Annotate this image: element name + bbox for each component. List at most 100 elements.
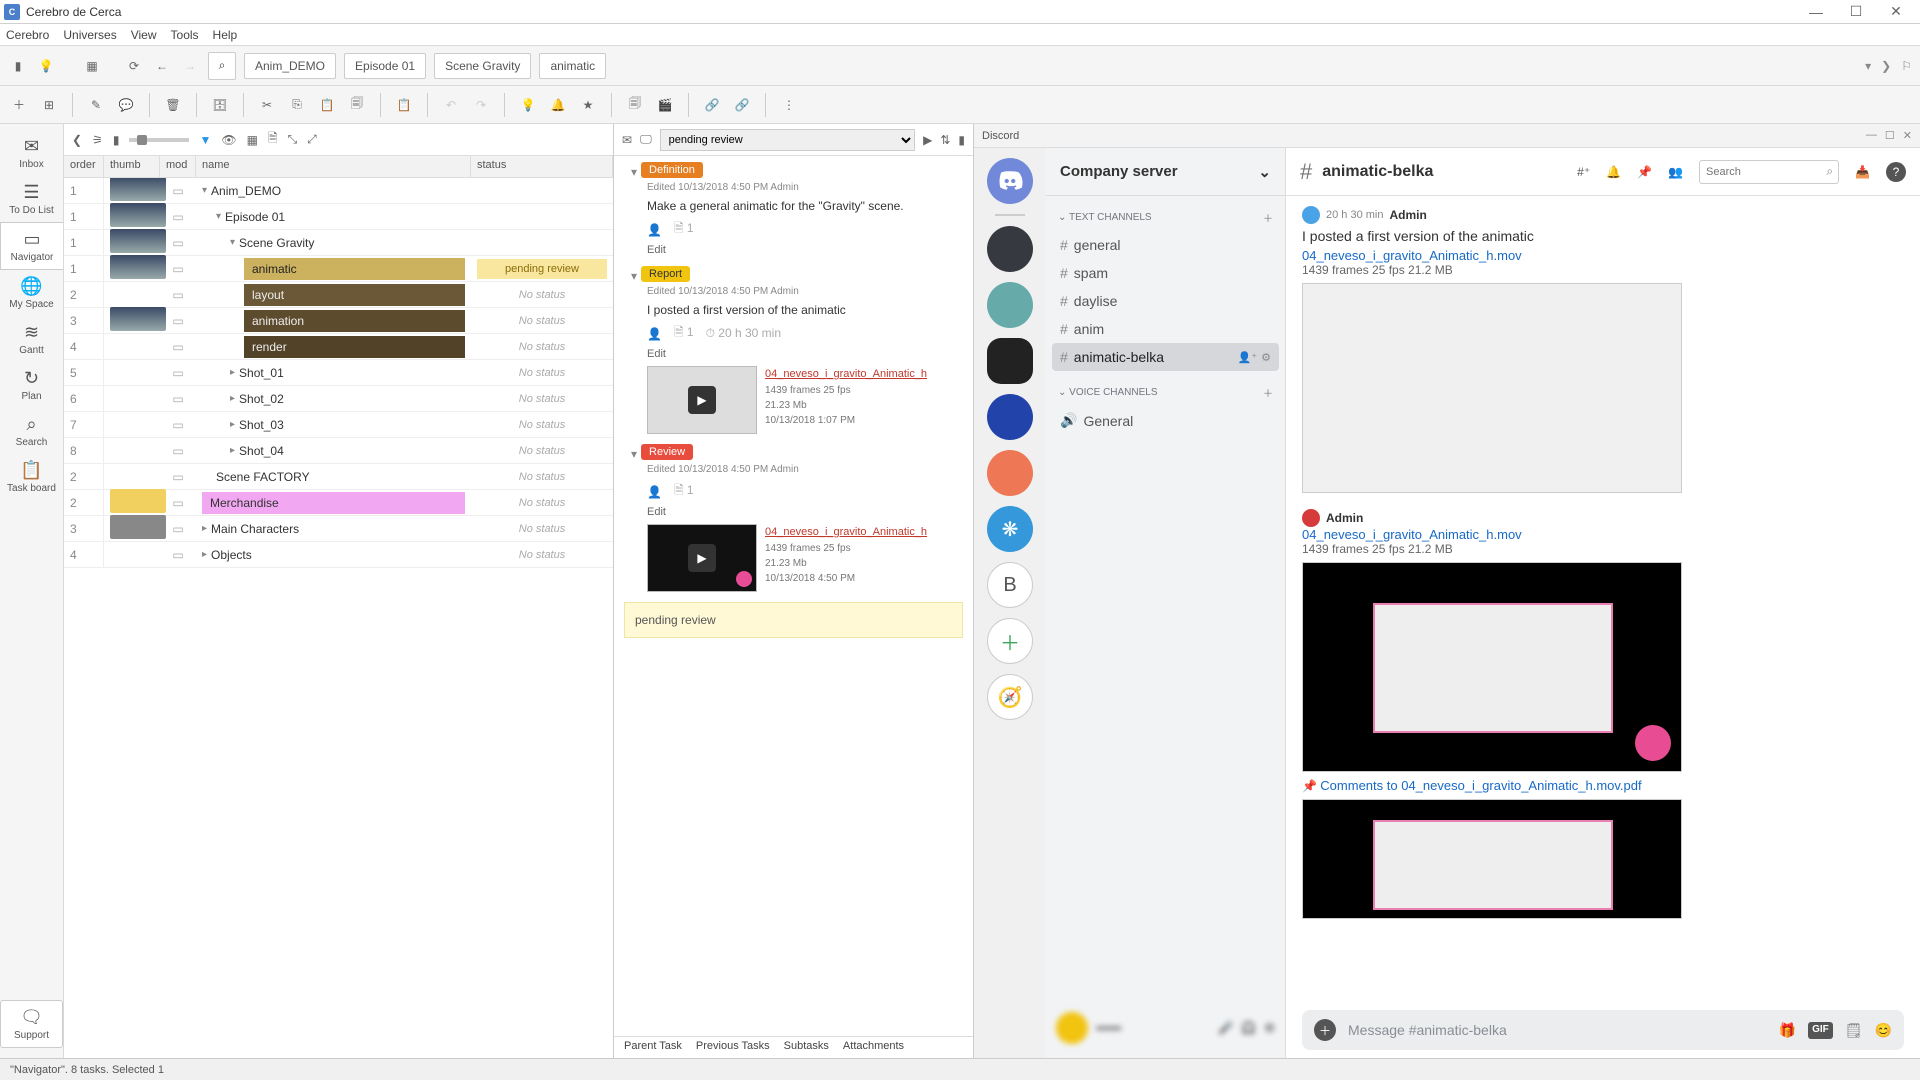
tab-attachments[interactable]: Attachments: [843, 1040, 904, 1055]
sidebar-inbox[interactable]: ✉Inbox: [0, 130, 63, 176]
minimize-button[interactable]: ―: [1796, 1, 1836, 23]
add-box-icon[interactable]: ⊞: [38, 94, 60, 116]
text-channels-header[interactable]: ⌄ TEXT CHANNELS＋: [1052, 204, 1279, 231]
collapse-icon[interactable]: ⤡: [288, 132, 298, 147]
file-link[interactable]: 04_neveso_i_gravito_Animatic_h.mov: [1302, 248, 1904, 263]
pin-icon[interactable]: 📌: [1637, 165, 1652, 179]
edit-link[interactable]: Edit: [631, 244, 963, 256]
nav-row[interactable]: 2 ▭ Scene FACTORY No status: [64, 464, 613, 490]
collapse-caret-icon[interactable]: ▾: [631, 269, 637, 283]
col-mod[interactable]: mod: [160, 156, 196, 177]
maximize-button[interactable]: ☐: [1836, 1, 1876, 23]
inbox-tray-icon[interactable]: 📥: [1855, 165, 1870, 179]
card-icon[interactable]: ▮: [113, 133, 120, 147]
add-icon[interactable]: ＋: [8, 94, 30, 116]
threads-icon[interactable]: #⁺: [1577, 165, 1590, 179]
edit-link[interactable]: Edit: [631, 506, 963, 518]
trash-icon[interactable]: 🗑: [162, 94, 184, 116]
add-channel-icon[interactable]: ＋: [1263, 210, 1273, 225]
media-preview-2[interactable]: [1302, 799, 1682, 919]
menu-cerebro[interactable]: Cerebro: [6, 28, 49, 42]
tab-parent[interactable]: Parent Task: [624, 1040, 682, 1055]
settings-icon[interactable]: ⚙: [1261, 351, 1271, 364]
nav-row[interactable]: 3 ▭ ▸Main Characters No status: [64, 516, 613, 542]
bell-icon[interactable]: 🔔: [547, 94, 569, 116]
menu-view[interactable]: View: [131, 28, 157, 42]
copy3-icon[interactable]: 🗐: [624, 94, 646, 116]
refresh-icon[interactable]: ⟳: [124, 56, 144, 76]
zoom-slider[interactable]: [129, 138, 189, 142]
sticker-icon[interactable]: 🗒: [1845, 1022, 1863, 1039]
server-6[interactable]: ❋: [987, 506, 1033, 552]
invite-icon[interactable]: 👤⁺: [1238, 351, 1258, 364]
menu-tools[interactable]: Tools: [171, 28, 199, 42]
sort-icon[interactable]: ⇅: [940, 133, 950, 147]
lightbulb-icon[interactable]: 💡: [36, 56, 56, 76]
nav-row[interactable]: 1 ▭ animatic pending review: [64, 256, 613, 282]
comment-link[interactable]: Comments to 04_neveso_i_gravito_Animatic…: [1320, 778, 1641, 793]
back-icon[interactable]: ←: [152, 56, 172, 76]
channel-anim[interactable]: #anim: [1052, 315, 1279, 343]
col-name[interactable]: name: [196, 156, 471, 177]
sidebar-support[interactable]: 🗨Support: [0, 1000, 63, 1048]
discord-max-icon[interactable]: ☐: [1885, 129, 1895, 142]
file-link[interactable]: 04_neveso_i_gravito_Animatic_h.mov: [1302, 527, 1904, 542]
undo-icon[interactable]: ↶: [440, 94, 462, 116]
tab-subtasks[interactable]: Subtasks: [784, 1040, 829, 1055]
collapse-caret-icon[interactable]: ▾: [631, 165, 637, 179]
sidebar-gantt[interactable]: ≋Gantt: [0, 316, 63, 362]
monitor-icon[interactable]: 🖵: [640, 132, 652, 147]
add-voice-icon[interactable]: ＋: [1263, 385, 1273, 400]
attachment-filename[interactable]: 04_neveso_i_gravito_Animatic_h: [765, 366, 927, 383]
layout-icon[interactable]: ▮: [958, 133, 965, 147]
archive-icon[interactable]: 🗄: [209, 94, 231, 116]
cut-icon[interactable]: ✂: [256, 94, 278, 116]
media-preview[interactable]: [1302, 562, 1682, 772]
channel-animatic-belka[interactable]: #animatic-belka👤⁺⚙: [1052, 343, 1279, 371]
eye-icon[interactable]: 👁: [221, 133, 236, 147]
message-author[interactable]: Admin: [1389, 208, 1426, 222]
grid-icon[interactable]: ▦: [82, 56, 102, 76]
attachment-thumbnail[interactable]: ▶: [647, 366, 757, 434]
table-icon[interactable]: ▦: [247, 133, 258, 147]
nav-row[interactable]: 2 ▭ Merchandise No status: [64, 490, 613, 516]
star-icon[interactable]: ★: [577, 94, 599, 116]
server-b[interactable]: B: [987, 562, 1033, 608]
server-4[interactable]: [987, 394, 1033, 440]
channel-search-input[interactable]: [1699, 160, 1839, 184]
attachment-filename[interactable]: 04_neveso_i_gravito_Animatic_h: [765, 524, 927, 541]
video-icon[interactable]: 🎬: [654, 94, 676, 116]
breadcrumb-3[interactable]: animatic: [539, 53, 606, 79]
explore-button[interactable]: 🧭: [987, 674, 1033, 720]
breadcrumb-1[interactable]: Episode 01: [344, 53, 426, 79]
nav-row[interactable]: 4 ▭ render No status: [64, 334, 613, 360]
tab-previous[interactable]: Previous Tasks: [696, 1040, 770, 1055]
help-icon[interactable]: ?: [1886, 162, 1906, 182]
col-thumb[interactable]: thumb: [104, 156, 160, 177]
sidebar-toggle-icon[interactable]: ▮: [8, 56, 28, 76]
more-icon[interactable]: ⋮: [778, 94, 800, 116]
play-icon[interactable]: ▶: [923, 133, 932, 147]
channel-general[interactable]: #general: [1052, 231, 1279, 259]
attachment-thumbnail[interactable]: ▶: [647, 524, 757, 592]
attach-icon[interactable]: ＋: [1314, 1019, 1336, 1041]
gif-icon[interactable]: GIF: [1808, 1022, 1833, 1039]
media-preview[interactable]: [1302, 283, 1682, 493]
gift-icon[interactable]: 🎁: [1779, 1022, 1796, 1039]
nav-row[interactable]: 6 ▭ ▸Shot_02 No status: [64, 386, 613, 412]
redo-icon[interactable]: ↷: [470, 94, 492, 116]
sidebar-taskboard[interactable]: 📋Task board: [0, 454, 63, 500]
add-server-button[interactable]: ＋: [987, 618, 1033, 664]
discord-home-icon[interactable]: [987, 158, 1033, 204]
unlink-icon[interactable]: 🔗: [731, 94, 753, 116]
message-input[interactable]: Message #animatic-belka: [1348, 1022, 1767, 1038]
sitemap-icon[interactable]: ⚞: [92, 133, 103, 147]
col-order[interactable]: order: [64, 156, 104, 177]
comment-icon[interactable]: 💬: [115, 94, 137, 116]
bookmark-flag-icon[interactable]: ⚐: [1901, 59, 1912, 73]
nav-row[interactable]: 8 ▭ ▸Shot_04 No status: [64, 438, 613, 464]
nav-row[interactable]: 7 ▭ ▸Shot_03 No status: [64, 412, 613, 438]
history-dropdown-icon[interactable]: ▾: [1865, 59, 1871, 73]
go-forward-icon[interactable]: ❯: [1881, 59, 1891, 73]
emoji-icon[interactable]: 😊: [1875, 1022, 1892, 1039]
